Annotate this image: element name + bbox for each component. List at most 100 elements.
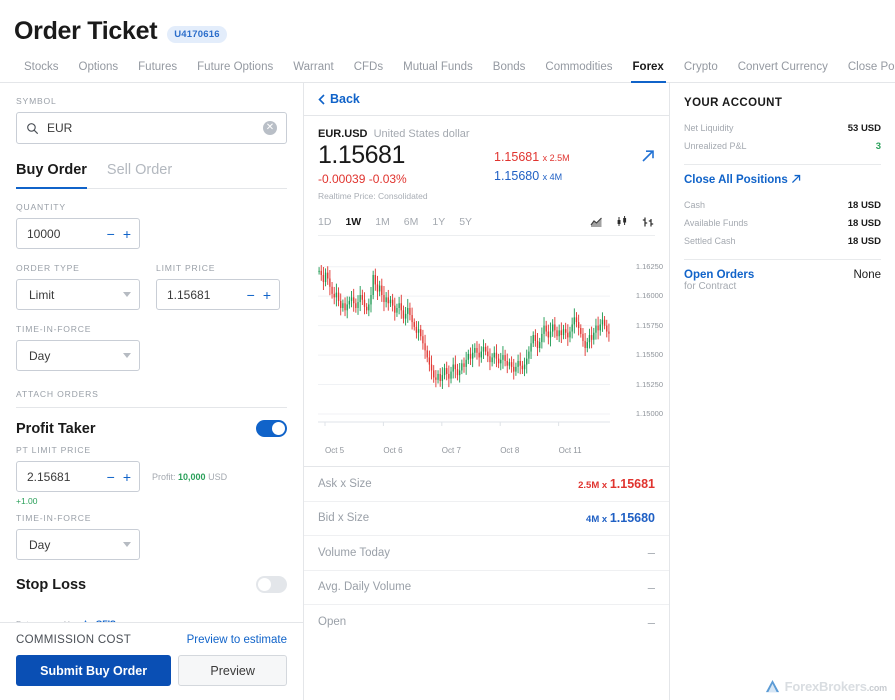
tab-warrant[interactable]: Warrant [283,61,343,82]
tab-futures[interactable]: Futures [128,61,187,82]
tif-select[interactable]: Day [16,340,140,371]
pt-tif-select[interactable]: Day [16,529,140,560]
tab-future-options[interactable]: Future Options [187,61,283,82]
price-chart[interactable]: 1.162501.160001.157501.155001.152501.150… [304,244,669,444]
tab-mutual-funds[interactable]: Mutual Funds [393,61,483,82]
account-row-settled-cash: Settled Cash 18 USD [670,232,895,250]
quantity-increment-button[interactable]: + [123,227,131,241]
quote-description: United States dollar [374,128,470,140]
area-chart-icon[interactable] [590,216,603,228]
limit-price-group: LIMIT PRICE 1.15681 − + [156,263,280,310]
attach-orders-label: ATTACH ORDERS [16,389,287,399]
clear-symbol-icon[interactable]: ✕ [263,121,277,135]
symbol-section: SYMBOL EUR ✕ Buy Order Sell Order [0,83,303,189]
tab-close-positions[interactable]: Close Positions [838,61,895,82]
quote-row: Bid x Size4M x 1.15680 [304,502,669,537]
tif-value: Day [29,349,50,363]
tab-bonds[interactable]: Bonds [483,61,536,82]
tab-commodities[interactable]: Commodities [535,61,622,82]
attach-orders-section: ATTACH ORDERS Profit Taker PT LIMIT PRIC… [0,371,303,629]
limit-price-stepper[interactable]: 1.15681 − + [156,279,280,310]
realtime-note: Realtime Price: Consolidated [318,191,655,201]
tab-cfds[interactable]: CFDs [344,61,393,82]
limit-price-decrement-button[interactable]: − [247,288,255,302]
order-buttons: Submit Buy Order Preview [16,655,287,686]
stop-loss-title: Stop Loss [16,577,86,593]
pt-limit-price-increment-button[interactable]: + [123,470,131,484]
pt-tif-value: Day [29,538,50,552]
timeframe-5y[interactable]: 5Y [459,216,472,228]
open-orders-link[interactable]: Open Orders [684,269,754,281]
external-link-icon[interactable] [641,149,655,166]
attach-orders-divider [16,407,287,408]
pt-limit-price-decrement-button[interactable]: − [107,470,115,484]
tab-forex[interactable]: Forex [623,61,674,82]
book-bid-price: 1.15680 [494,169,539,183]
pt-limit-price-steppers: − + [107,470,131,484]
tab-options[interactable]: Options [69,61,129,82]
quantity-decrement-button[interactable]: − [107,227,115,241]
profit-amount: 10,000 [178,472,206,482]
open-orders-subtitle: for Contract [684,281,754,292]
symbol-value[interactable]: EUR [47,121,255,135]
pt-limit-price-stepper[interactable]: 2.15681 − + [16,461,140,492]
tab-sell-order[interactable]: Sell Order [107,162,172,188]
quantity-stepper[interactable]: 10000 − + [16,218,140,249]
chart-y-tick: 1.15750 [636,321,663,330]
quote-panel: Back EUR.USD United States dollar 1.1568… [304,83,670,700]
book-ask-size: x 2.5M [543,153,570,163]
pt-limit-price-row: 2.15681 − + Profit: 10,000 USD [16,461,287,492]
order-type-group: ORDER TYPE Limit [16,263,140,310]
quantity-steppers: − + [107,227,131,241]
forexbrokers-logo-icon [765,679,780,694]
chevron-left-icon [318,94,325,105]
pt-limit-price-value[interactable]: 2.15681 [27,470,70,484]
limit-price-value[interactable]: 1.15681 [167,288,210,302]
page-title: Order Ticket [14,17,157,46]
toggle-knob [272,422,285,435]
timeframe-1m[interactable]: 1M [375,216,390,228]
quantity-section: QUANTITY 10000 − + [0,189,303,249]
candlestick-chart-icon[interactable] [616,215,629,228]
pt-delta-value: +1.00 [16,496,287,506]
tab-stocks[interactable]: Stocks [14,61,69,82]
timeframe-options: 1D 1W 1M 6M 1Y 5Y [318,216,472,228]
profit-estimate: Profit: 10,000 USD [152,472,227,482]
profit-currency: USD [208,472,227,482]
open-orders-group: Open Orders for Contract [684,269,754,292]
settled-cash-value: 18 USD [848,236,881,247]
quote-header: EUR.USD United States dollar 1.15681 -0.… [304,116,669,209]
timeframe-1w[interactable]: 1W [345,216,361,228]
timeframe-1d[interactable]: 1D [318,216,331,228]
timeframe-6m[interactable]: 6M [404,216,419,228]
limit-price-steppers: − + [247,288,271,302]
quote-row-value: – [648,580,655,595]
timeframe-1y[interactable]: 1Y [432,216,445,228]
tab-convert-currency[interactable]: Convert Currency [728,61,838,82]
close-all-positions-link[interactable]: Close All Positions [670,174,895,186]
timeframe-bar: 1D 1W 1M 6M 1Y 5Y [304,209,669,228]
submit-buy-order-button[interactable]: Submit Buy Order [16,655,171,686]
preview-to-estimate-link[interactable]: Preview to estimate [187,634,287,646]
tab-crypto[interactable]: Crypto [674,61,728,82]
limit-price-increment-button[interactable]: + [263,288,271,302]
bar-chart-icon[interactable] [642,216,655,228]
available-funds-value: 18 USD [848,218,881,229]
chart-x-tick: Oct 7 [442,446,461,455]
external-link-icon [791,174,801,184]
quantity-value[interactable]: 10000 [27,227,60,241]
toggle-knob [258,578,271,591]
order-type-select[interactable]: Limit [16,279,140,310]
quote-detail-table: Ask x Size2.5M x 1.15681Bid x Size4M x 1… [304,466,669,640]
order-ticket-app: Order Ticket U4170616 Stocks Options Fut… [0,0,895,700]
symbol-input[interactable]: EUR ✕ [16,112,287,144]
quote-change: -0.00039 -0.03% [318,172,655,186]
back-button[interactable]: Back [318,92,360,106]
profit-taker-toggle[interactable] [256,420,287,437]
order-type-row: ORDER TYPE Limit LIMIT PRICE 1.15681 − + [0,249,303,310]
stop-loss-toggle[interactable] [256,576,287,593]
tab-buy-order[interactable]: Buy Order [16,162,87,189]
back-label: Back [330,92,360,106]
preview-button[interactable]: Preview [178,655,287,686]
quote-row-label: Ask x Size [318,478,372,490]
